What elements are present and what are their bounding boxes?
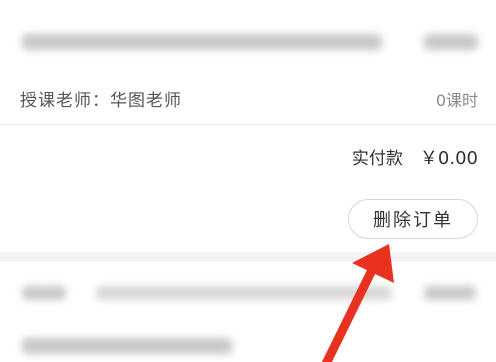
paid-row: 实付款 ￥0.00 bbox=[352, 144, 478, 170]
order-card: 授课老师：华图老师 0课时 实付款 ￥0.00 删除订单 bbox=[0, 0, 496, 252]
course-price-blurred bbox=[424, 34, 478, 50]
divider bbox=[0, 124, 496, 125]
paid-label: 实付款 bbox=[351, 149, 403, 169]
order-number-value-blurred bbox=[96, 286, 392, 300]
next-order-card bbox=[0, 262, 496, 362]
paid-amount: ￥0.00 bbox=[419, 148, 478, 169]
teacher-label: 授课老师：华图老师 bbox=[20, 91, 182, 111]
order-number-blurred bbox=[22, 286, 66, 300]
order-status-blurred bbox=[424, 286, 476, 300]
lesson-count: 0课时 bbox=[435, 91, 478, 110]
next-course-title-blurred bbox=[22, 338, 232, 354]
course-title-blurred bbox=[22, 34, 382, 50]
delete-order-button[interactable]: 删除订单 bbox=[348, 199, 478, 239]
